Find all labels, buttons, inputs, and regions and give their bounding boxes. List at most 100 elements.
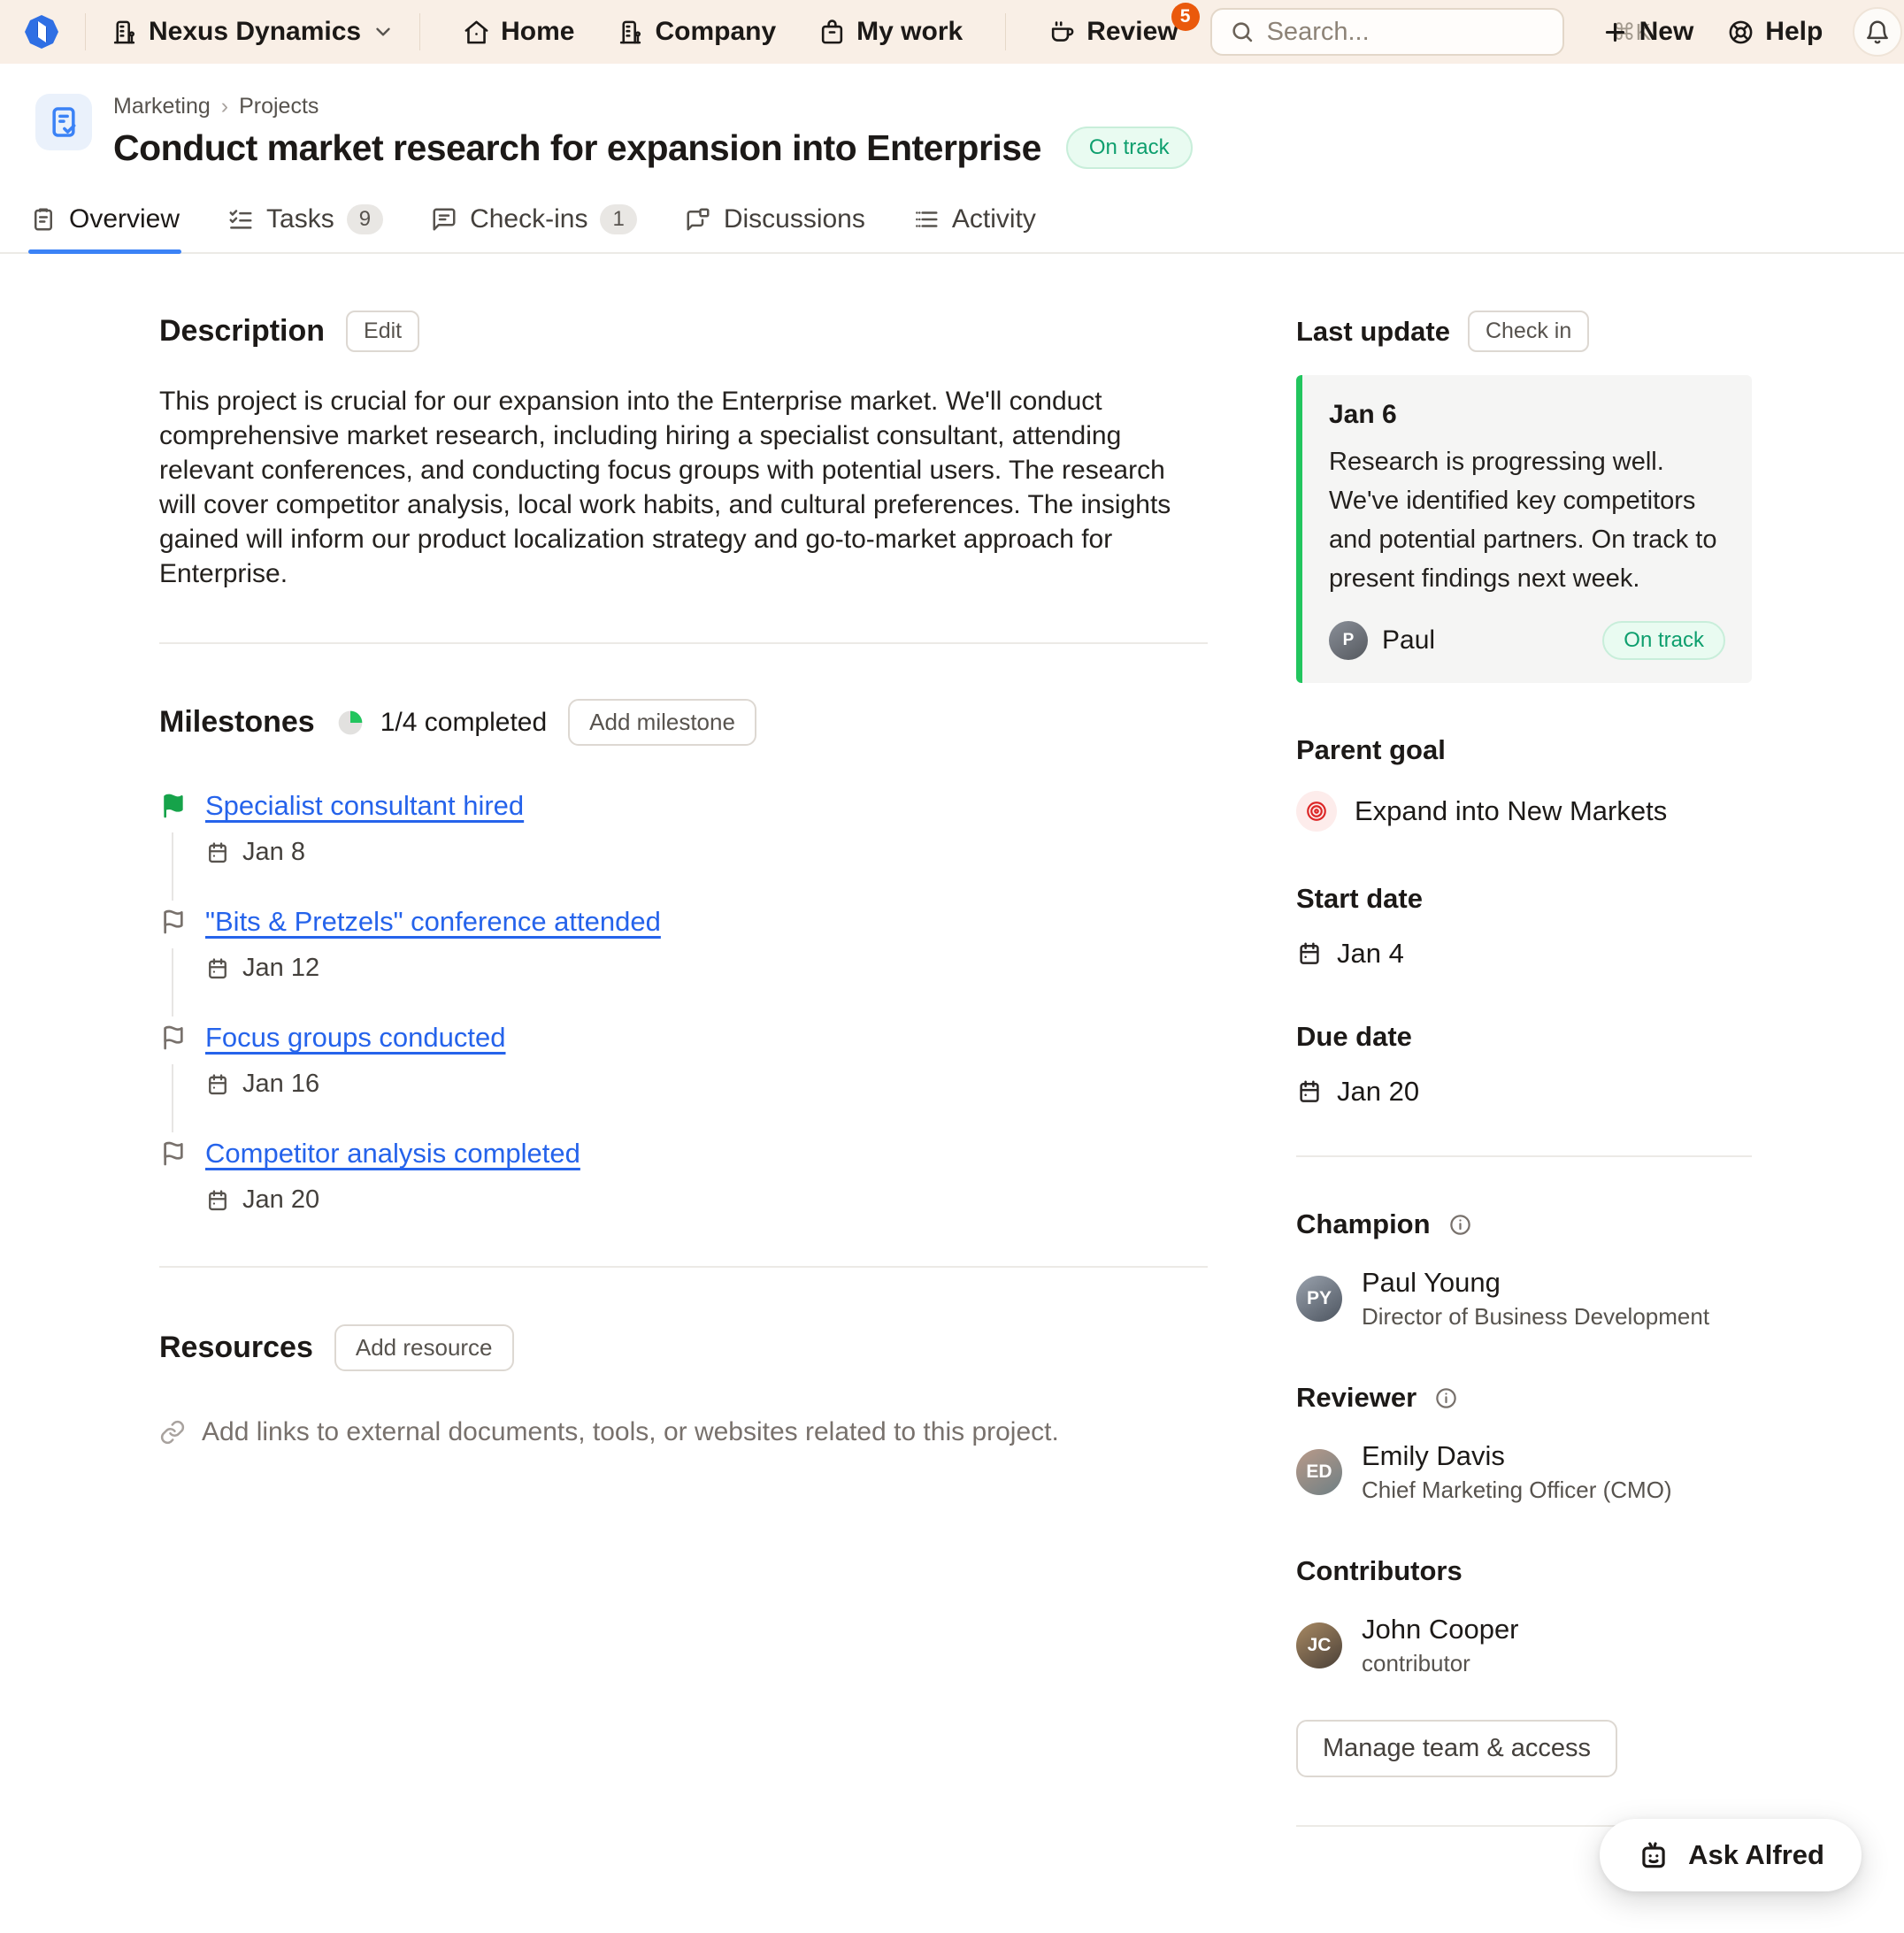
calendar-icon [1296, 940, 1323, 967]
milestone-link[interactable]: Focus groups conducted [205, 1022, 506, 1054]
tab-overview[interactable]: Overview [28, 196, 181, 252]
org-switcher[interactable]: Nexus Dynamics [111, 17, 395, 47]
milestone-link[interactable]: Competitor analysis completed [205, 1138, 580, 1170]
help-button[interactable]: Help [1724, 17, 1826, 47]
nav-item-label: Company [655, 17, 776, 47]
manage-team-button[interactable]: Manage team & access [1296, 1720, 1617, 1777]
nav-item-company[interactable]: Company [599, 17, 794, 47]
tab-label: Overview [69, 204, 180, 234]
tab-check-ins[interactable]: Check-ins 1 [429, 196, 639, 252]
milestone-item: Specialist consultant hired Jan 8 [159, 790, 1208, 906]
milestones-progress: 1/4 completed [380, 708, 547, 738]
check-in-button[interactable]: Check in [1468, 311, 1589, 352]
ask-alfred-label: Ask Alfred [1688, 1839, 1824, 1871]
building-icon [111, 19, 138, 46]
tab-label: Discussions [724, 204, 865, 234]
avatar: JC [1296, 1622, 1342, 1668]
contributor-role: contributor [1362, 1650, 1519, 1677]
top-nav: Nexus Dynamics Home Company My work Revi… [0, 0, 1904, 64]
update-text: Research is progressing well. We've iden… [1329, 442, 1725, 598]
calendar-icon [1296, 1078, 1323, 1105]
calendar-icon [205, 1072, 230, 1097]
flag-icon [159, 908, 188, 936]
chevron-down-icon [372, 20, 395, 43]
nav-item-home[interactable]: Home [445, 17, 592, 47]
milestone-item: Focus groups conducted Jan 16 [159, 1022, 1208, 1138]
company-icon [617, 19, 644, 46]
tab-discussions[interactable]: Discussions [683, 196, 867, 252]
description-section: Description Edit This project is crucial… [159, 311, 1208, 591]
clipboard-icon [30, 206, 57, 233]
contributor-name: John Cooper [1362, 1614, 1519, 1645]
flag-icon [159, 1139, 188, 1168]
breadcrumb-separator: › [221, 94, 228, 119]
notifications-button[interactable] [1853, 7, 1902, 57]
milestone-date: Jan 20 [242, 1185, 319, 1215]
discussions-icon [685, 206, 711, 233]
contributor-person[interactable]: JC John Cooper contributor [1296, 1614, 1752, 1677]
info-icon[interactable] [1434, 1386, 1458, 1410]
breadcrumb: Marketing › Projects [113, 94, 1193, 119]
parent-goal-link[interactable]: Expand into New Markets [1355, 795, 1667, 827]
breadcrumb-marketing[interactable]: Marketing [113, 94, 211, 119]
add-milestone-button[interactable]: Add milestone [568, 699, 756, 746]
ask-alfred-button[interactable]: Ask Alfred [1600, 1819, 1862, 1891]
nav-divider [419, 13, 420, 50]
reviewer-role: Chief Marketing Officer (CMO) [1362, 1477, 1672, 1504]
org-name: Nexus Dynamics [149, 17, 361, 47]
last-update-title: Last update [1296, 316, 1450, 348]
tab-activity[interactable]: Activity [911, 196, 1038, 252]
help-icon [1727, 19, 1754, 46]
check-ins-count-badge: 1 [600, 204, 636, 234]
reviewer-title: Reviewer [1296, 1382, 1416, 1414]
plus-icon [1601, 19, 1629, 46]
search-box[interactable]: ⌘K [1210, 8, 1564, 56]
champion-role: Director of Business Development [1362, 1303, 1709, 1331]
champion-title: Champion [1296, 1208, 1431, 1240]
new-button[interactable]: New [1598, 17, 1698, 47]
add-resource-button[interactable]: Add resource [334, 1324, 514, 1371]
resources-empty-text: Add links to external documents, tools, … [202, 1417, 1059, 1447]
avatar: P [1329, 621, 1368, 660]
milestone-date: Jan 12 [242, 954, 319, 983]
nav-item-label: Home [501, 17, 574, 47]
edit-description-button[interactable]: Edit [346, 311, 419, 352]
tab-tasks[interactable]: Tasks 9 [226, 196, 385, 252]
project-header: Marketing › Projects Conduct market rese… [0, 64, 1904, 169]
message-icon [431, 206, 457, 233]
tab-bar: Overview Tasks 9 Check-ins 1 Discussions… [0, 196, 1904, 254]
update-author: Paul [1382, 625, 1435, 656]
project-icon [35, 94, 92, 150]
flag-icon [159, 792, 188, 820]
milestones-title: Milestones [159, 705, 315, 740]
milestone-link[interactable]: Specialist consultant hired [205, 790, 524, 822]
activity-list-icon [913, 206, 940, 233]
link-icon [159, 1419, 186, 1446]
contributors-title: Contributors [1296, 1555, 1463, 1587]
app-logo-icon[interactable] [23, 13, 60, 50]
sidebar-divider [1296, 1155, 1752, 1157]
section-divider [159, 1266, 1208, 1268]
nav-item-my-work[interactable]: My work [801, 17, 980, 47]
parent-goal-title: Parent goal [1296, 734, 1446, 766]
progress-pie-icon [336, 709, 365, 737]
clipboard-check-icon [46, 104, 81, 140]
breadcrumb-projects[interactable]: Projects [239, 94, 319, 119]
milestone-link[interactable]: "Bits & Pretzels" conference attended [205, 906, 661, 938]
milestones-section: Milestones 1/4 completed Add milestone S… [159, 699, 1208, 1215]
reviewer-name: Emily Davis [1362, 1440, 1672, 1472]
last-update-card[interactable]: Jan 6 Research is progressing well. We'v… [1296, 375, 1752, 683]
reviewer-person[interactable]: ED Emily Davis Chief Marketing Officer (… [1296, 1440, 1752, 1504]
info-icon[interactable] [1448, 1213, 1472, 1237]
search-input[interactable] [1267, 18, 1601, 47]
review-count-badge: 5 [1171, 3, 1200, 31]
calendar-icon [205, 1188, 230, 1213]
champion-person[interactable]: PY Paul Young Director of Business Devel… [1296, 1267, 1752, 1331]
robot-icon [1637, 1838, 1670, 1872]
calendar-icon [205, 956, 230, 981]
tab-label: Check-ins [470, 204, 587, 234]
nav-item-review[interactable]: Review 5 [1031, 17, 1195, 47]
update-date: Jan 6 [1329, 400, 1725, 430]
target-icon [1296, 791, 1337, 832]
nav-item-label: My work [856, 17, 963, 47]
